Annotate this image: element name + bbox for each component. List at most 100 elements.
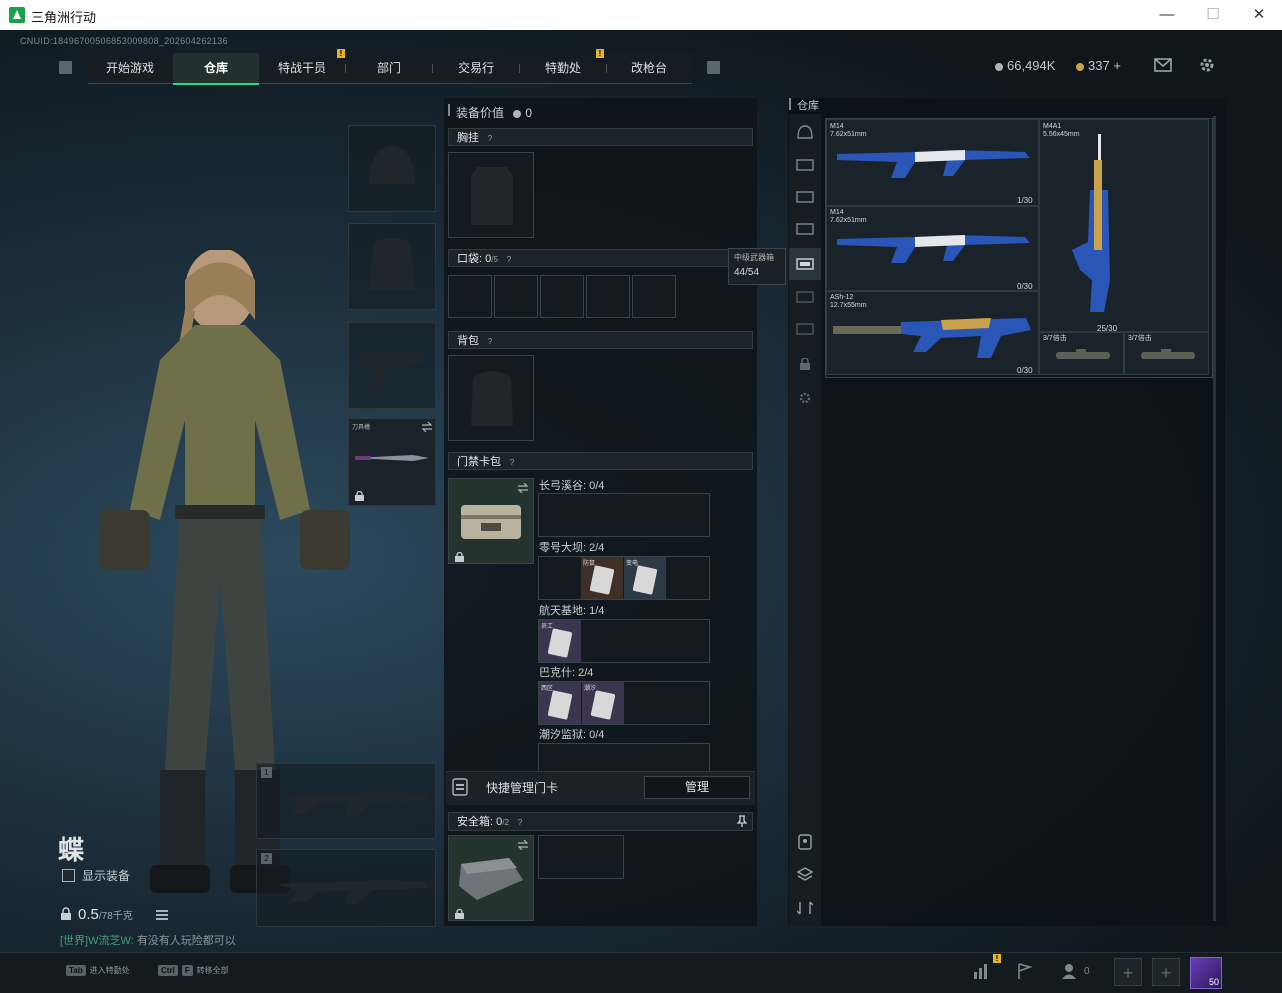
keycard-item[interactable]: 员工	[539, 620, 581, 662]
enter-special-ops-hint[interactable]: Tab 进入特勤处	[66, 965, 130, 976]
keycard-row[interactable]	[538, 743, 710, 771]
melee-slot-label: 刀具槽	[352, 425, 371, 431]
minimize-button[interactable]: —	[1144, 0, 1190, 30]
notification-badge: !	[596, 49, 604, 58]
tab-warehouse[interactable]: 仓库	[173, 53, 259, 85]
scope-item[interactable]: 3/7倍击	[1124, 332, 1209, 375]
safe-box-slot[interactable]	[448, 835, 534, 921]
keycard-icon	[590, 565, 614, 595]
category-filter-icon[interactable]	[796, 190, 814, 204]
tab-start-game[interactable]: 开始游戏	[88, 53, 172, 83]
scope-icon	[1056, 349, 1110, 359]
armor-slot[interactable]	[348, 223, 436, 310]
helmet-filter-icon[interactable]	[796, 124, 814, 140]
operator-name: 蝶	[58, 835, 85, 865]
gun-item-ash12[interactable]: ASh-12 12.7x55mm 0/30	[826, 291, 1039, 375]
help-icon[interactable]: ?	[504, 255, 514, 265]
warehouse-scrollbar[interactable]	[1213, 116, 1216, 921]
safe-box-cell[interactable]	[538, 835, 624, 879]
secondary-weapon-slot[interactable]: 2	[256, 849, 436, 927]
pocket-slot[interactable]	[448, 275, 492, 318]
player-avatar[interactable]: 50	[1190, 957, 1222, 989]
close-button[interactable]: ✕	[1236, 0, 1282, 30]
settings-gear-icon[interactable]	[798, 391, 812, 405]
equipment-value: 装备价值 0	[456, 106, 533, 120]
keycard-item[interactable]: 变电	[624, 557, 666, 599]
friends-count: 0	[1084, 966, 1090, 977]
pin-icon[interactable]	[737, 815, 747, 827]
add-currency-button[interactable]: +	[1113, 58, 1121, 73]
help-icon[interactable]: ?	[485, 134, 495, 144]
item-tooltip: 中级武器箱 44/54	[728, 248, 786, 285]
category-filter-icon[interactable]	[796, 290, 814, 304]
gold-balance[interactable]: 337 +	[1076, 58, 1121, 73]
settings-gear-icon[interactable]	[1198, 56, 1216, 74]
melee-slot[interactable]: 刀具槽	[348, 418, 436, 506]
friends-icon[interactable]	[1062, 962, 1080, 980]
category-filter-icon[interactable]	[796, 222, 814, 236]
tab-special-ops[interactable]: 特勤处	[520, 53, 606, 83]
keycard-row[interactable]	[538, 493, 710, 537]
gun-name: M14 7.62x51mm	[830, 123, 867, 138]
tab-operators[interactable]: 特战干员	[259, 53, 345, 83]
helmet-icon	[369, 146, 415, 184]
keycard-item[interactable]: 防鼠	[581, 557, 623, 599]
swap-icon[interactable]	[421, 422, 433, 432]
maximize-button[interactable]: ☐	[1190, 0, 1236, 30]
transfer-icon[interactable]	[797, 900, 813, 916]
zone-label: 长弓溪谷: 0/4	[539, 480, 605, 492]
chest-rig-slot[interactable]	[448, 152, 534, 238]
carry-weight: 0.5/78千克	[78, 906, 133, 923]
list-icon[interactable]	[156, 909, 168, 921]
show-equipment-checkbox[interactable]	[62, 869, 75, 882]
help-icon[interactable]: ?	[507, 458, 517, 468]
help-icon[interactable]: ?	[515, 818, 525, 828]
scope-item[interactable]: 3/7倍击	[1039, 332, 1124, 375]
gun-item-m14[interactable]: M14 7.62x51mm 0/30	[826, 206, 1039, 291]
swap-icon[interactable]	[517, 483, 529, 493]
layers-icon[interactable]	[797, 866, 813, 882]
pistol-slot[interactable]	[348, 322, 436, 409]
pocket-slot[interactable]	[586, 275, 630, 318]
category-filter-icon[interactable]	[796, 322, 814, 336]
gun-item-m4a1[interactable]: M4A1 5.56x45mm 25/30	[1039, 119, 1209, 333]
transfer-all-hint[interactable]: Ctrl F 转移全部	[158, 965, 229, 976]
gun-item-m14[interactable]: M14 7.62x51mm 1/30	[826, 119, 1039, 206]
backpack-icon	[471, 371, 513, 426]
world-chat-line[interactable]: [世界]W流芝W: 有没有人玩险都可以	[60, 932, 236, 948]
keycard-icon	[548, 690, 572, 720]
tab-trade[interactable]: 交易行	[433, 53, 519, 83]
helmet-slot[interactable]	[348, 125, 436, 212]
sort-icon[interactable]	[797, 834, 813, 850]
primary-weapon-slot[interactable]: 1	[256, 763, 436, 839]
help-icon[interactable]: ?	[485, 337, 495, 347]
pocket-slot[interactable]	[540, 275, 584, 318]
tab-gunsmith[interactable]: 改枪台	[607, 53, 691, 83]
flag-icon[interactable]	[1016, 962, 1032, 980]
backpack-slot[interactable]	[448, 355, 534, 441]
category-filter-icon[interactable]	[796, 158, 814, 172]
party-add-button[interactable]: +	[1152, 958, 1180, 986]
swap-icon[interactable]	[517, 840, 529, 850]
mail-icon[interactable]	[1154, 58, 1172, 72]
knife-icon	[355, 455, 429, 461]
keycard-item[interactable]: 潮汐	[582, 682, 624, 724]
weapon-case-tab[interactable]	[789, 248, 821, 280]
keycard-wallet-slot[interactable]	[448, 478, 534, 564]
keycard-item[interactable]: 西区	[539, 682, 581, 724]
section-accent	[789, 98, 791, 110]
window-titlebar: 三角洲行动 — ☐ ✕	[0, 0, 1282, 31]
nav-next-icon[interactable]	[707, 61, 720, 74]
slot-number-1: 1	[261, 767, 272, 778]
nav-prev-icon[interactable]	[59, 61, 72, 74]
lock-icon[interactable]	[800, 358, 810, 370]
tab-department[interactable]: 部门	[346, 53, 432, 83]
pocket-slot[interactable]	[494, 275, 538, 318]
pocket-slot[interactable]	[632, 275, 676, 318]
cnuid-label: CNUID:18496700506853009808_202604262136	[20, 36, 228, 46]
m4a1-rifle-icon	[1072, 134, 1110, 312]
manage-button[interactable]: 管理	[644, 776, 750, 799]
stats-chart-icon[interactable]	[972, 962, 990, 980]
party-add-button[interactable]: +	[1114, 958, 1142, 986]
coin-balance[interactable]: 66,494K	[995, 58, 1055, 73]
